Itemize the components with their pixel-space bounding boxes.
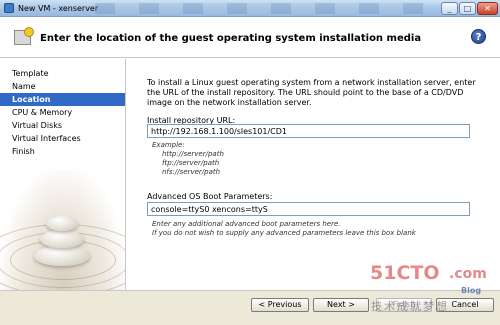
stone bbox=[46, 216, 78, 231]
title-bar: New VM - xenserver _ □ ✕ bbox=[0, 0, 500, 17]
previous-button[interactable]: < Previous bbox=[251, 298, 309, 312]
zen-stones-image bbox=[0, 170, 125, 290]
step-list: Template Name Location CPU & Memory Virt… bbox=[0, 67, 125, 158]
example-http: http://server/path bbox=[162, 150, 224, 158]
repo-url-input[interactable] bbox=[147, 124, 470, 138]
step-location[interactable]: Location bbox=[0, 93, 125, 106]
example-title: Example: bbox=[152, 141, 185, 149]
step-name[interactable]: Name bbox=[0, 80, 125, 93]
cancel-button[interactable]: Cancel bbox=[436, 298, 494, 312]
boot-params-hint: Enter any additional advanced boot param… bbox=[152, 220, 416, 238]
minimize-button[interactable]: _ bbox=[441, 2, 458, 15]
stone bbox=[34, 246, 90, 266]
next-button[interactable]: Next > bbox=[313, 298, 369, 312]
finish-button[interactable]: Finish bbox=[376, 298, 432, 312]
example-ftp: ftp://server/path bbox=[162, 159, 220, 167]
step-cpu-memory[interactable]: CPU & Memory bbox=[0, 106, 125, 119]
example-text: Example: http://server/path ftp://server… bbox=[152, 141, 224, 177]
maximize-button[interactable]: □ bbox=[459, 2, 476, 15]
boot-hint-line-2: If you do not wish to supply any advance… bbox=[152, 229, 416, 237]
step-finish[interactable]: Finish bbox=[0, 145, 125, 158]
wizard-footer: < Previous Next > Finish Cancel bbox=[0, 290, 500, 325]
example-nfs: nfs://server/path bbox=[162, 168, 221, 176]
help-button[interactable]: ? bbox=[471, 29, 486, 44]
background-taskbar bbox=[95, 3, 425, 14]
step-template[interactable]: Template bbox=[0, 67, 125, 80]
wizard-steps-sidebar: Template Name Location CPU & Memory Virt… bbox=[0, 59, 126, 290]
boot-params-input[interactable] bbox=[147, 202, 470, 216]
step-virtual-disks[interactable]: Virtual Disks bbox=[0, 119, 125, 132]
close-button[interactable]: ✕ bbox=[477, 2, 498, 15]
new-vm-icon bbox=[14, 27, 34, 45]
wizard-header: Enter the location of the guest operatin… bbox=[0, 18, 500, 58]
app-icon bbox=[4, 3, 14, 13]
window-title: New VM - xenserver bbox=[18, 4, 99, 13]
location-panel: To install a Linux guest operating syste… bbox=[127, 59, 500, 290]
boot-hint-line-1: Enter any additional advanced boot param… bbox=[152, 220, 341, 228]
page-heading: Enter the location of the guest operatin… bbox=[40, 33, 422, 44]
step-virtual-interfaces[interactable]: Virtual Interfaces bbox=[0, 132, 125, 145]
boot-params-label: Advanced OS Boot Parameters: bbox=[147, 192, 273, 201]
stone bbox=[40, 230, 84, 248]
instructions-text: To install a Linux guest operating syste… bbox=[147, 78, 476, 107]
